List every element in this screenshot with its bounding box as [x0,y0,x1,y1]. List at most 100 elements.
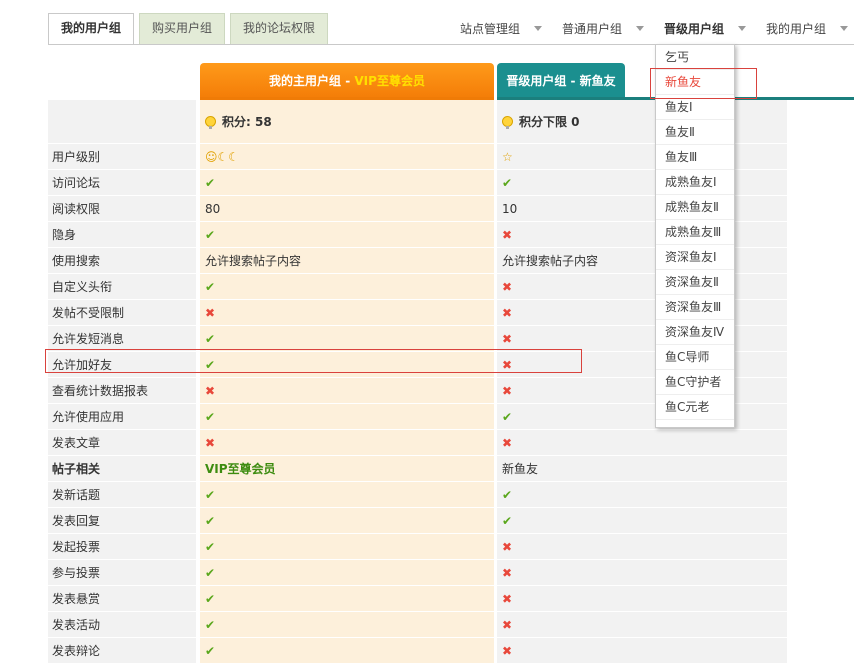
chevron-down-icon [737,26,746,31]
cross-icon: ✖ [497,378,787,404]
cross-icon: ✖ [497,534,787,560]
second-group-value: 允许搜索帖子内容 [497,248,787,274]
level-icons: ☺☾☾ [200,144,494,170]
check-icon: ✔ [200,404,494,430]
cross-icon: ✖ [497,638,787,664]
row-label: 使用搜索 [48,248,196,274]
cross-icon: ✖ [497,222,787,248]
cross-icon: ✖ [200,378,494,404]
dropdown-item[interactable]: 资深鱼友Ⅲ [656,295,734,320]
nav-my-groups[interactable]: 我的用户组 [766,20,848,37]
cross-icon: ✖ [497,430,787,456]
row-label: 隐身 [48,222,196,248]
cross-icon: ✖ [497,612,787,638]
main-group-name: VIP至尊会员 [354,74,425,88]
promotion-groups-dropdown: 乞丐 新鱼友 鱼友Ⅰ 鱼友Ⅱ 鱼友Ⅲ 成熟鱼友Ⅰ 成熟鱼友Ⅱ 成熟鱼友Ⅲ 资深鱼友Ⅰ 资深鱼友Ⅱ 资… [655,44,735,428]
check-icon: ✔ [497,404,787,430]
row-label: 自定义头衔 [48,274,196,300]
cross-icon: ✖ [497,560,787,586]
check-icon: ✔ [200,482,494,508]
row-label: 发表回复 [48,508,196,534]
dropdown-item[interactable]: 鱼C导师 [656,345,734,370]
nav-admin-groups[interactable]: 站点管理组 [460,20,542,37]
row-label: 发帖不受限制 [48,300,196,326]
score-value: 积分下限 0 [519,114,580,129]
main-group-prefix: 我的主用户组 - [269,74,355,88]
nav-label: 普通用户组 [561,22,622,36]
row-label: 查看统计数据报表 [48,378,196,404]
dropdown-item[interactable]: 成熟鱼友Ⅱ [656,195,734,220]
row-label: 访问论坛 [48,170,196,196]
table-row: 发表活动 ✔ ✖ [48,612,854,638]
dropdown-item[interactable]: 乞丐 [656,45,734,70]
table-row: 发表文章 ✖ ✖ [48,430,854,456]
row-label: 用户级别 [48,144,196,170]
cross-icon: ✖ [200,430,494,456]
check-icon: ✔ [200,560,494,586]
main-group-value: VIP至尊会员 [200,456,494,482]
dropdown-item[interactable]: 鱼C守护者 [656,370,734,395]
cross-icon: ✖ [497,586,787,612]
check-icon: ✔ [497,508,787,534]
nav-normal-groups[interactable]: 普通用户组 [562,20,644,37]
highlight-box [650,68,757,99]
main-group-header: 我的主用户组 - VIP至尊会员 [200,63,494,100]
nav-promotion-groups[interactable]: 晋级用户组 [664,20,746,37]
table-row: 帖子相关 VIP至尊会员 新鱼友 [48,456,854,482]
row-label: 允许使用应用 [48,404,196,430]
cross-icon: ✖ [200,300,494,326]
lightbulb-icon [502,116,513,129]
table-row: 发表回复 ✔ ✔ [48,508,854,534]
second-group-value: 新鱼友 [497,456,787,482]
second-group-header: 晋级用户组 - 新鱼友 [497,63,625,100]
check-icon: ✔ [200,170,494,196]
nav-label: 站点管理组 [459,22,520,36]
dropdown-item[interactable]: 资深鱼友Ⅳ [656,320,734,345]
dropdown-item[interactable]: 鱼友Ⅲ [656,145,734,170]
chevron-down-icon [635,26,644,31]
dropdown-item[interactable]: 资深鱼友Ⅱ [656,270,734,295]
row-label: 参与投票 [48,560,196,586]
star-icon: ☆ [497,144,787,170]
dropdown-item[interactable]: 成熟鱼友Ⅰ [656,170,734,195]
row-label [48,100,196,144]
dropdown-item[interactable]: 鱼友Ⅱ [656,120,734,145]
cross-icon: ✖ [497,300,787,326]
dropdown-item[interactable]: 鱼C元老 [656,395,734,420]
main-score: 积分: 58 [200,100,494,144]
check-icon: ✔ [200,612,494,638]
second-group-value: 10 [497,196,787,222]
check-icon: ✔ [200,508,494,534]
check-icon: ✔ [200,638,494,664]
tab-forum-permissions[interactable]: 我的论坛权限 [230,13,329,44]
table-row: 发表辩论 ✔ ✖ [48,638,854,664]
check-icon: ✔ [200,274,494,300]
check-icon: ✔ [200,534,494,560]
table-row: 发表悬赏 ✔ ✖ [48,586,854,612]
dropdown-item[interactable]: 成熟鱼友Ⅲ [656,220,734,245]
tab-my-groups[interactable]: 我的用户组 [48,13,135,45]
tab-buy-groups[interactable]: 购买用户组 [139,13,226,44]
row-label: 发表辩论 [48,638,196,664]
table-row: 发新话题 ✔ ✔ [48,482,854,508]
table-row: 发起投票 ✔ ✖ [48,534,854,560]
row-label: 阅读权限 [48,196,196,222]
highlight-box [45,349,582,373]
check-icon: ✔ [497,482,787,508]
row-label: 发起投票 [48,534,196,560]
nav-label: 晋级用户组 [663,22,724,36]
main-group-value: 80 [200,196,494,222]
check-icon: ✔ [200,586,494,612]
chevron-down-icon [840,26,848,31]
dropdown-item[interactable]: 资深鱼友Ⅰ [656,245,734,270]
table-row: 参与投票 ✔ ✖ [48,560,854,586]
lightbulb-icon [205,116,216,129]
cross-icon: ✖ [497,274,787,300]
chevron-down-icon [533,26,542,31]
row-label: 帖子相关 [48,456,196,482]
check-icon: ✔ [200,222,494,248]
row-label: 发表文章 [48,430,196,456]
tab-bar: 我的用户组 购买用户组 我的论坛权限 [48,13,329,45]
row-label: 发表活动 [48,612,196,638]
row-label: 发新话题 [48,482,196,508]
